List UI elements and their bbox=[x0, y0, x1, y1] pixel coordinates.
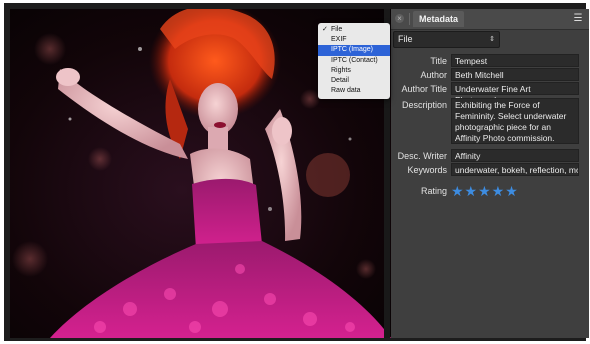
keywords-field[interactable]: underwater, bokeh, reflection, model bbox=[451, 163, 579, 176]
menu-item-label: IPTC (Contact) bbox=[331, 56, 378, 64]
keywords-label: Keywords bbox=[407, 165, 447, 175]
menu-item-label: IPTC (Image) bbox=[331, 46, 374, 54]
menu-item-detail[interactable]: Detail bbox=[318, 76, 390, 86]
menu-item-rights[interactable]: Rights bbox=[318, 66, 390, 76]
description-field[interactable]: Exhibiting the Force of Femininity. Sele… bbox=[451, 98, 579, 144]
app-window: × Metadata ☰ File ⇕ Title Tempest Author… bbox=[4, 3, 589, 341]
metadata-source-select[interactable]: File ⇕ bbox=[393, 31, 500, 48]
menu-item-raw-data[interactable]: Raw data bbox=[318, 86, 390, 96]
author-title-label: Author Title bbox=[401, 84, 447, 94]
rating-label: Rating bbox=[420, 186, 447, 196]
panel-tabbar: × Metadata ☰ bbox=[391, 9, 589, 30]
close-icon[interactable]: × bbox=[395, 14, 404, 23]
title-label: Title bbox=[430, 56, 447, 66]
author-title-field[interactable]: Underwater Fine Art Photographer bbox=[451, 82, 579, 105]
desc-writer-field[interactable]: Affinity bbox=[451, 149, 579, 162]
menu-item-label: File bbox=[331, 26, 343, 33]
metadata-source-menu: ✓ File EXIF IPTC (Image) IPTC (Contact) … bbox=[318, 23, 390, 99]
select-value: File bbox=[398, 34, 413, 44]
menu-item-label: Detail bbox=[331, 76, 349, 84]
tab-divider bbox=[409, 13, 410, 25]
rating-stars[interactable]: ★★★★★ bbox=[451, 183, 519, 200]
menu-item-label: EXIF bbox=[331, 36, 347, 44]
desc-writer-label: Desc. Writer bbox=[397, 151, 447, 161]
title-field[interactable]: Tempest bbox=[451, 54, 579, 67]
chevron-updown-icon: ⇕ bbox=[489, 36, 495, 43]
menu-item-label: Rights bbox=[331, 66, 351, 74]
menu-item-iptc-contact[interactable]: IPTC (Contact) bbox=[318, 56, 390, 66]
description-label: Description bbox=[401, 100, 447, 110]
menu-item-label: Raw data bbox=[331, 87, 361, 95]
author-label: Author bbox=[420, 70, 447, 80]
menu-item-file[interactable]: ✓ File bbox=[318, 25, 390, 35]
menu-item-iptc-image[interactable]: IPTC (Image) bbox=[318, 45, 390, 56]
author-field[interactable]: Beth Mitchell bbox=[451, 68, 579, 81]
metadata-panel: × Metadata ☰ File ⇕ Title Tempest Author… bbox=[391, 9, 589, 338]
menu-item-exif[interactable]: EXIF bbox=[318, 35, 390, 45]
panel-menu-icon[interactable]: ☰ bbox=[572, 13, 584, 24]
tab-metadata[interactable]: Metadata bbox=[413, 11, 465, 27]
checkmark-icon: ✓ bbox=[322, 26, 328, 33]
